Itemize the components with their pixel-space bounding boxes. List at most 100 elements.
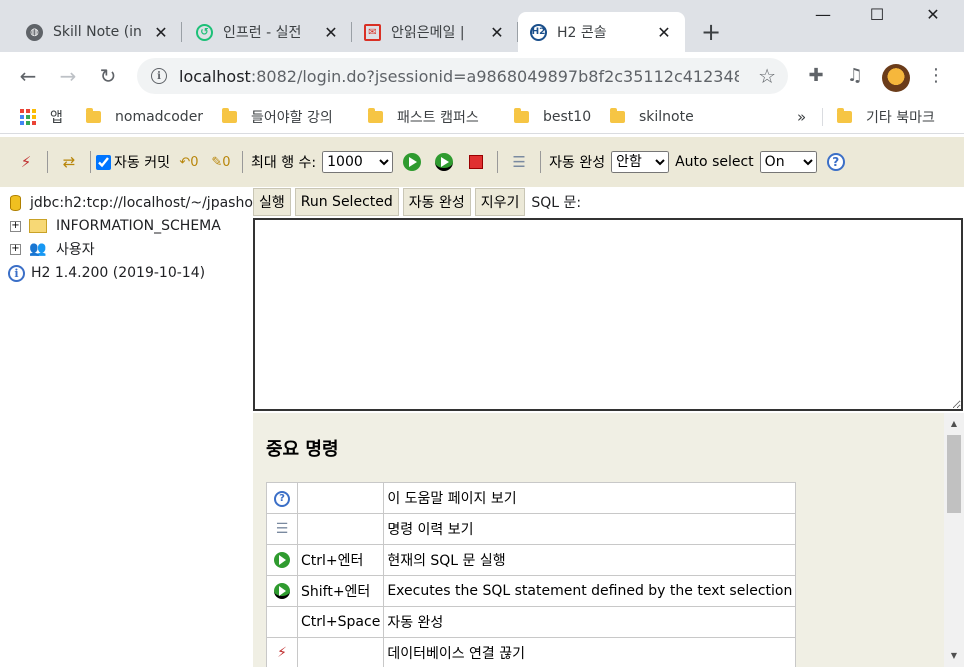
auto-commit-label: 자동 커밋	[114, 155, 170, 171]
menu-icon[interactable]: ⋮	[924, 64, 948, 88]
description-cell: 자동 완성	[383, 606, 797, 638]
tree-label: 사용자	[56, 242, 95, 258]
run-icon[interactable]	[401, 151, 423, 173]
scroll-up-arrow-icon[interactable]: ▲	[944, 419, 964, 428]
rollback-icon[interactable]: ↶0	[178, 151, 200, 173]
bookmark-other[interactable]: 기타 북마크	[837, 106, 935, 128]
help-button[interactable]: ?	[825, 151, 847, 173]
bookmarks-separator	[822, 108, 823, 126]
tree-version: i H2 1.4.200 (2019-10-14)	[8, 263, 205, 283]
bookmark-star-icon[interactable]: ☆	[758, 64, 776, 88]
bookmark-apps[interactable]: 앱	[20, 106, 63, 128]
autoselect-select[interactable]: On	[759, 151, 817, 173]
close-tab-icon[interactable]: ✕	[655, 23, 673, 42]
folder-icon	[368, 108, 383, 123]
toolbar-separator	[497, 151, 499, 173]
description-cell: 명령 이력 보기	[383, 513, 797, 545]
bookmark-lectures[interactable]: 들어야할 강의	[222, 106, 333, 128]
disconnect-icon[interactable]: ⚡	[277, 645, 287, 661]
description-cell: 이 도움말 페이지 보기	[383, 482, 797, 514]
object-tree: jdbc:h2:tcp://localhost/~/jpashop + INFO…	[0, 187, 262, 667]
expand-icon[interactable]: +	[10, 220, 21, 232]
help-icon: ?	[826, 153, 845, 171]
close-tab-icon[interactable]: ✕	[488, 23, 506, 42]
close-window-button[interactable]: ✕	[918, 5, 948, 24]
help-scrollbar[interactable]: ▲ ▼	[944, 413, 964, 667]
table-row: ☰ 명령 이력 보기	[266, 513, 797, 545]
bookmark-fastcampus[interactable]: 패스트 캠퍼스	[368, 106, 479, 128]
autocomplete-select[interactable]: 안함	[611, 151, 670, 173]
toolbar-separator	[90, 151, 91, 173]
shortcut-cell: Ctrl+Space	[296, 606, 385, 638]
forward-button[interactable]: →	[56, 64, 80, 88]
bookmark-best10[interactable]: best10	[514, 106, 591, 128]
close-tab-icon[interactable]: ✕	[322, 23, 340, 42]
tree-users[interactable]: + 👥 사용자	[10, 239, 95, 259]
stop-square-shape	[469, 155, 484, 169]
disconnect-icon[interactable]: ⚡	[15, 151, 37, 173]
shortcut-cell: Shift+엔터	[296, 575, 385, 607]
history-icon[interactable]: ☰	[508, 151, 530, 173]
extensions-icon[interactable]: ✚	[804, 64, 828, 88]
autoselect-label: Auto select	[675, 154, 754, 170]
back-button[interactable]: ←	[16, 64, 40, 88]
stop-icon[interactable]	[465, 151, 487, 173]
description-cell: Executes the SQL statement defined by th…	[383, 575, 797, 607]
run-selected-button[interactable]: Run Selected	[294, 188, 399, 216]
tab-title: 인프런 - 실전	[223, 25, 302, 41]
url-text[interactable]: localhost:8082/login.do?jsessionid=a9868…	[179, 67, 739, 86]
close-tab-icon[interactable]: ✕	[152, 23, 170, 42]
scrollbar-thumb[interactable]	[947, 435, 961, 513]
bookmark-nomadcoder[interactable]: nomadcoder	[86, 106, 203, 128]
tab-skill-note[interactable]: ◍ Skill Note (in ✕	[14, 12, 182, 52]
autocomplete-button[interactable]: 자동 완성	[402, 188, 471, 216]
auto-commit-checkbox[interactable]	[96, 154, 111, 170]
help-icon[interactable]: ?	[274, 490, 290, 507]
profile-avatar[interactable]	[882, 64, 910, 92]
apps-grid-icon	[20, 109, 36, 125]
mail-icon: ✉	[364, 23, 381, 41]
table-row: Ctrl+엔터 현재의 SQL 문 실행	[266, 544, 797, 576]
run-icon[interactable]	[274, 552, 290, 568]
run-selected-icon[interactable]	[274, 583, 290, 599]
tab-inflearn[interactable]: ↺ 인프런 - 실전 ✕	[184, 12, 352, 52]
maximize-button[interactable]: ☐	[862, 5, 892, 24]
new-tab-button[interactable]: +	[699, 20, 723, 44]
tab-h2-console[interactable]: H2 H2 콘솔 ✕	[518, 12, 685, 52]
sql-statement-label: SQL 문:	[531, 195, 582, 211]
history-icon[interactable]: ☰	[276, 521, 289, 537]
minimize-button[interactable]: —	[808, 5, 838, 24]
globe-icon: ◍	[26, 23, 43, 41]
commit-icon[interactable]: ✎0	[210, 151, 232, 173]
media-control-icon[interactable]: ♫	[843, 64, 867, 88]
info-icon: i	[8, 264, 25, 282]
table-row: Shift+엔터 Executes the SQL statement defi…	[266, 575, 797, 607]
scroll-down-arrow-icon[interactable]: ▼	[944, 651, 964, 660]
run-button[interactable]: 실행	[253, 188, 291, 216]
address-bar[interactable]: i localhost:8082/login.do?jsessionid=a98…	[137, 58, 788, 94]
bookmark-skilnote[interactable]: skilnote	[610, 106, 694, 128]
tree-connection[interactable]: jdbc:h2:tcp://localhost/~/jpashop	[10, 193, 262, 213]
toolbar-separator	[47, 151, 48, 173]
run-selected-icon[interactable]	[433, 151, 455, 173]
tab-mail[interactable]: ✉ 안읽은메일 | ✕	[352, 12, 518, 52]
clear-button[interactable]: 지우기	[474, 188, 526, 216]
reload-button[interactable]: ↻	[96, 64, 120, 88]
h2-icon: H2	[530, 23, 547, 41]
database-icon	[10, 195, 21, 211]
help-row-icon-cell	[266, 606, 298, 638]
folder-icon	[610, 108, 625, 123]
users-icon: 👥	[29, 241, 47, 257]
bookmarks-bar: 앱 nomadcoder 들어야할 강의 패스트 캠퍼스 best10 skil…	[0, 100, 964, 134]
folder-icon	[837, 108, 852, 123]
refresh-icon[interactable]: ⇄	[58, 151, 80, 173]
tree-label: INFORMATION_SCHEMA	[56, 218, 221, 234]
help-row-icon-cell: ⚡	[266, 637, 298, 667]
expand-icon[interactable]: +	[10, 243, 21, 255]
tree-information-schema[interactable]: + INFORMATION_SCHEMA	[10, 216, 221, 236]
sql-input[interactable]	[253, 218, 963, 411]
table-row: Ctrl+Space 자동 완성	[266, 606, 797, 638]
bookmarks-overflow-button[interactable]: »	[797, 106, 806, 128]
info-icon[interactable]: i	[151, 68, 167, 84]
max-rows-select[interactable]: 1000	[322, 151, 394, 173]
